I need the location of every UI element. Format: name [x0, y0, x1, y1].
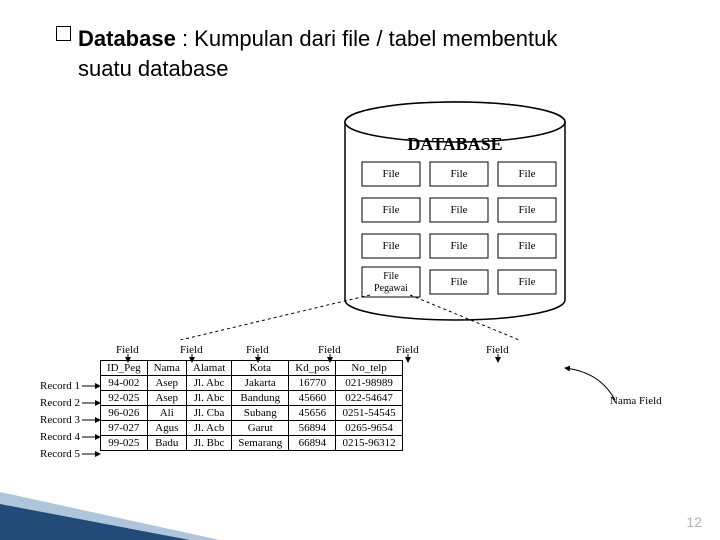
table-cell: Subang	[232, 406, 289, 421]
table-row: 94-002AsepJl. AbcJakarta16770021-98989	[101, 376, 403, 391]
table-cell: Ali	[147, 406, 186, 421]
file-box-label: File	[382, 168, 399, 180]
table-cell: 0251-54545	[336, 406, 402, 421]
heading: Database : Kumpulan dari file / tabel me…	[78, 24, 598, 83]
table-row: 97-027AgusJl. AcbGarut568940265-9654	[101, 421, 403, 436]
table-cell: Jl. Acb	[186, 421, 231, 436]
table-cell: Agus	[147, 421, 186, 436]
file-box-label: File	[382, 240, 399, 252]
table-cell: Jl. Abc	[186, 391, 231, 406]
file-box-label: File	[518, 240, 535, 252]
table-cell: 45660	[289, 391, 336, 406]
file-box-label: File	[450, 204, 467, 216]
file-box-label: File	[518, 168, 535, 180]
table-cell: 56894	[289, 421, 336, 436]
record-arrows	[80, 378, 110, 468]
table-cell: Jl. Abc	[186, 376, 231, 391]
bullet-square	[56, 26, 71, 41]
cylinder-title: DATABASE	[407, 134, 502, 154]
record-label: Record 1	[40, 378, 80, 395]
database-diagram: DATABASE File File File File File File File Fil…	[50, 100, 670, 340]
table-cell: Asep	[147, 376, 186, 391]
file-box-label: File	[450, 168, 467, 180]
table-row: 92-025AsepJl. AbcBandung45660022-54647	[101, 391, 403, 406]
record-label: Record 5	[40, 446, 80, 463]
table-cell: 022-54647	[336, 391, 402, 406]
table-row: 96-026AliJl. CbaSubang456560251-54545	[101, 406, 403, 421]
table-cell: Badu	[147, 436, 186, 451]
record-label: Record 2	[40, 395, 80, 412]
record-labels: Record 1Record 2Record 3Record 4Record 5	[40, 378, 80, 463]
file-box-label: File	[450, 240, 467, 252]
file-box-label: File	[450, 276, 467, 288]
cylinder: DATABASE File File File File File File File Fil…	[345, 102, 565, 320]
table-cell: 0215-96312	[336, 436, 402, 451]
record-label: Record 4	[40, 429, 80, 446]
table-cell: 16770	[289, 376, 336, 391]
file-box-label: Pegawai	[374, 283, 408, 294]
table-cell: Jl. Bbc	[186, 436, 231, 451]
table-cell: 66894	[289, 436, 336, 451]
file-box-label: File	[518, 204, 535, 216]
record-label: Record 3	[40, 412, 80, 429]
field-arrows	[100, 352, 600, 366]
table-cell: Jakarta	[232, 376, 289, 391]
table-row: 99-025BaduJl. BbcSemarang668940215-96312	[101, 436, 403, 451]
table-cell: Bandung	[232, 391, 289, 406]
file-box-label: File	[382, 204, 399, 216]
table-cell: 0265-9654	[336, 421, 402, 436]
file-box-label: File	[518, 276, 535, 288]
table-cell: 45656	[289, 406, 336, 421]
data-table-wrap: ID_PegNamaAlamatKotaKd_posNo_telp 94-002…	[100, 360, 403, 451]
file-box-label: File	[383, 271, 399, 282]
table-body: 94-002AsepJl. AbcJakarta16770021-9898992…	[101, 376, 403, 451]
nama-field-label: Nama Field	[610, 395, 662, 407]
page-number: 12	[686, 514, 702, 530]
slide-corner-accent	[0, 504, 190, 540]
table-cell: Garut	[232, 421, 289, 436]
data-table: ID_PegNamaAlamatKotaKd_posNo_telp 94-002…	[100, 360, 403, 451]
heading-bold: Database	[78, 26, 176, 51]
table-cell: Semarang	[232, 436, 289, 451]
table-cell: Asep	[147, 391, 186, 406]
table-cell: 021-98989	[336, 376, 402, 391]
table-cell: Jl. Cba	[186, 406, 231, 421]
